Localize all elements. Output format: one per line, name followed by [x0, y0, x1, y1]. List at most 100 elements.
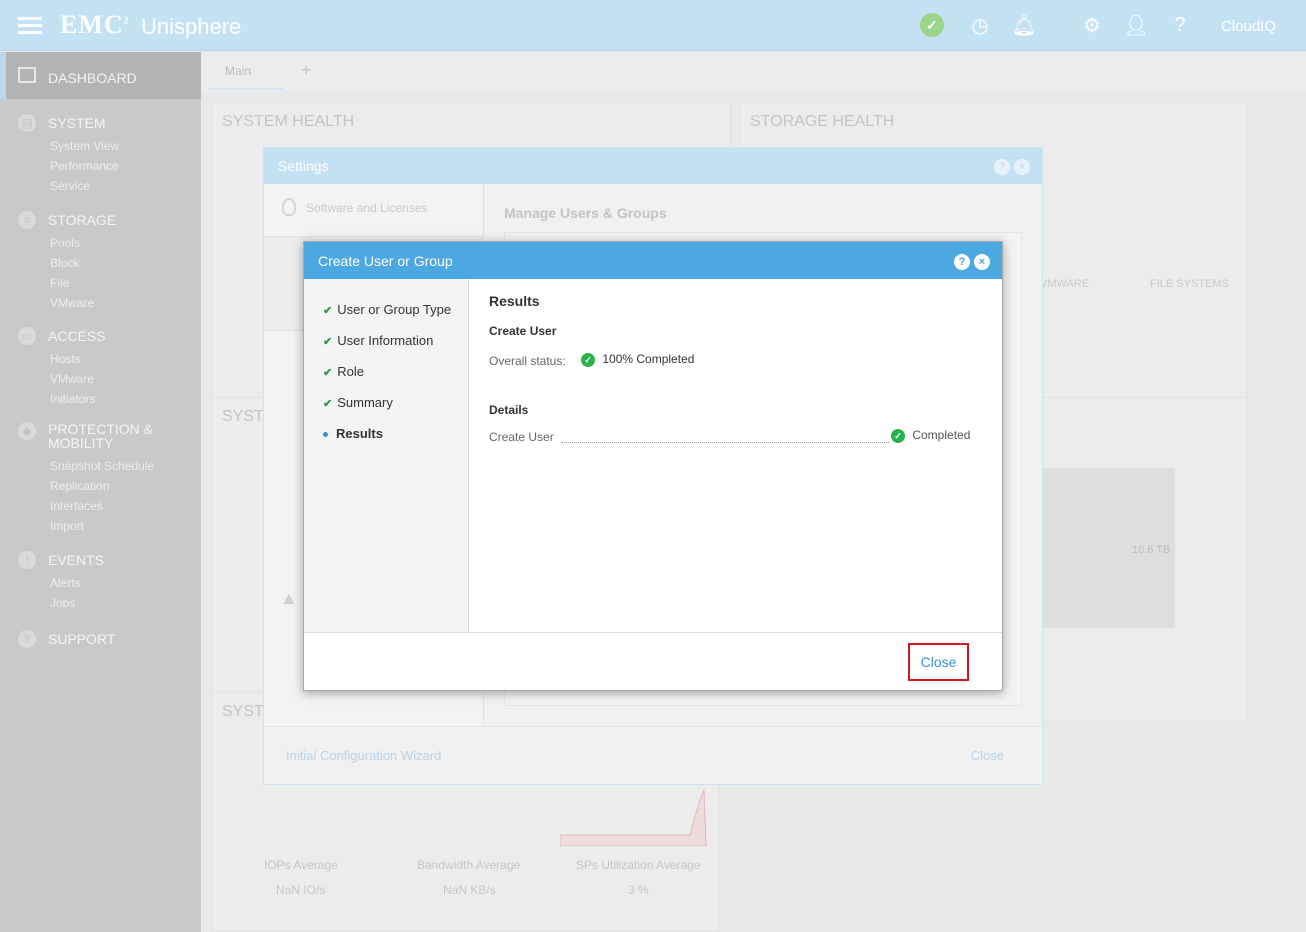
- jobs-icon[interactable]: ◷: [968, 13, 992, 37]
- sidebar-item-vmware-storage[interactable]: VMware: [0, 293, 201, 313]
- help-icon[interactable]: ?: [1168, 13, 1192, 37]
- sidebar-item-label: DASHBOARD: [48, 70, 137, 86]
- create-user-dialog-title: Create User or Group: [318, 253, 453, 269]
- wizard-steps: ✔ User or Group Type ✔ User Information ✔ R…: [304, 279, 469, 632]
- sidebar-section-system: ▤ SYSTEM System View Performance Service: [0, 114, 201, 196]
- brand-logo: EMC2: [60, 10, 130, 39]
- results-content: Results Create User Overall status: ✓ 10…: [470, 279, 1002, 632]
- sidebar-item-replication[interactable]: Replication: [0, 476, 201, 496]
- product-name: Unisphere: [141, 14, 242, 39]
- close-icon[interactable]: ×: [974, 254, 990, 270]
- manage-users-title: Manage Users & Groups: [504, 205, 667, 221]
- sidebar-item-access[interactable]: ▭ ACCESS: [0, 327, 201, 349]
- tab-main[interactable]: Main: [209, 60, 283, 90]
- bandwidth-label: Bandwidth Average: [417, 858, 521, 872]
- sidebar-item-interfaces[interactable]: Interfaces: [0, 496, 201, 516]
- user-icon[interactable]: 👤︎: [1123, 13, 1148, 37]
- detail-row-leader: [561, 433, 889, 443]
- bandwidth-value: NaN KB/s: [443, 883, 496, 897]
- tab-bar: Main +: [201, 52, 1306, 92]
- current-step-bullet-icon: [323, 432, 328, 438]
- sidebar-item-alerts[interactable]: Alerts: [0, 573, 201, 593]
- panel-title: SYSTEM HEALTH: [222, 113, 355, 130]
- create-user-heading: Create User: [489, 324, 557, 338]
- create-user-dialog-header: Create User or Group ? ×: [304, 242, 1002, 279]
- access-icon: ▭: [18, 327, 36, 345]
- sidebar-item-support[interactable]: ? SUPPORT: [0, 630, 201, 652]
- sidebar-item-system-view[interactable]: System View: [0, 136, 201, 156]
- warning-icon: ▲: [280, 588, 298, 608]
- cloudiq-link[interactable]: CloudIQ: [1221, 18, 1276, 35]
- events-icon: !: [18, 551, 36, 569]
- step-results: Results: [323, 426, 383, 441]
- help-icon[interactable]: ?: [994, 159, 1010, 175]
- sidebar: DASHBOARD ▤ SYSTEM System View Performanc…: [0, 52, 201, 932]
- panel-title: SYST: [222, 408, 264, 425]
- sp-utilization-label: SPs Utilization Average: [576, 858, 701, 872]
- sidebar-item-events[interactable]: ! EVENTS: [0, 551, 201, 573]
- dashboard-icon: [18, 67, 36, 83]
- step-summary: ✔ Summary: [323, 395, 393, 410]
- storage-icon: ≡: [18, 211, 36, 229]
- overall-status-value: ✓ 100% Completed: [581, 352, 694, 367]
- detail-row-label: Create User: [489, 430, 556, 444]
- capacity-value: 10.6 TB: [1132, 544, 1171, 556]
- sidebar-item-file[interactable]: File: [0, 273, 201, 293]
- sidebar-item-jobs[interactable]: Jobs: [0, 593, 201, 613]
- iops-value: NaN IO/s: [276, 883, 326, 897]
- system-icon: ▤: [18, 114, 36, 132]
- sidebar-item-protection[interactable]: ◆ PROTECTION & MOBILITY: [0, 422, 201, 456]
- sidebar-item-storage[interactable]: ≡ STORAGE: [0, 211, 201, 233]
- file-systems-label: FILE SYSTEMS: [1150, 278, 1229, 290]
- success-check-icon: ✓: [581, 352, 595, 367]
- sidebar-section-events: ! EVENTS Alerts Jobs: [0, 551, 201, 613]
- success-check-icon: ✓: [891, 428, 905, 443]
- settings-item-software-licenses[interactable]: Software and Licenses: [306, 201, 427, 215]
- sidebar-item-dashboard[interactable]: DASHBOARD: [6, 52, 201, 99]
- step-user-information: ✔ User Information: [323, 333, 434, 348]
- step-user-or-group-type: ✔ User or Group Type: [323, 302, 452, 317]
- sidebar-item-vmware-access[interactable]: VMware: [0, 369, 201, 389]
- details-heading: Details: [489, 403, 529, 417]
- sidebar-section-support: ? SUPPORT: [0, 630, 201, 652]
- detail-row-status: ✓ Completed: [891, 428, 970, 443]
- sidebar-item-block[interactable]: Block: [0, 253, 201, 273]
- iops-label: IOPs Average: [264, 858, 338, 872]
- sidebar-item-initiators[interactable]: Initiators: [0, 389, 201, 409]
- add-tab-button[interactable]: +: [301, 60, 312, 81]
- alerts-bell-icon[interactable]: 🔔︎: [1011, 13, 1036, 37]
- sidebar-item-service[interactable]: Service: [0, 176, 201, 196]
- create-user-dialog-footer: Close: [304, 632, 1002, 690]
- sidebar-item-import[interactable]: Import: [0, 516, 201, 536]
- sidebar-item-pools[interactable]: Pools: [0, 233, 201, 253]
- sidebar-section-protection: ◆ PROTECTION & MOBILITY Snapshot Schedule …: [0, 422, 201, 536]
- settings-gear-icon[interactable]: ⚙: [1080, 13, 1104, 37]
- step-role: ✔ Role: [323, 364, 364, 379]
- sidebar-item-snapshot-schedule[interactable]: Snapshot Schedule: [0, 456, 201, 476]
- sidebar-item-hosts[interactable]: Hosts: [0, 349, 201, 369]
- initial-config-wizard-link[interactable]: Initial Configuration Wizard: [286, 748, 441, 763]
- checkmark-icon: ✔: [323, 336, 333, 348]
- overall-status-label: Overall status:: [489, 354, 566, 368]
- vmware-label: VMWARE: [1040, 278, 1090, 290]
- sidebar-item-performance[interactable]: Performance: [0, 156, 201, 176]
- checkmark-icon: ✔: [323, 398, 333, 410]
- sidebar-item-system[interactable]: ▤ SYSTEM: [0, 114, 201, 136]
- shield-icon: ◆: [18, 422, 36, 440]
- checkmark-icon: ✔: [323, 305, 333, 317]
- help-icon[interactable]: ?: [954, 254, 970, 270]
- health-ok-icon[interactable]: ✓: [920, 13, 944, 37]
- license-icon: [282, 198, 296, 216]
- settings-close-button[interactable]: Close: [971, 748, 1004, 763]
- menu-icon[interactable]: [18, 17, 42, 35]
- results-title: Results: [489, 293, 540, 309]
- settings-dialog-title: Settings: [278, 158, 329, 174]
- panel-title: SYST: [222, 703, 264, 720]
- settings-dialog-footer: Initial Configuration Wizard Close: [264, 726, 1042, 784]
- close-button[interactable]: Close: [908, 643, 969, 681]
- checkmark-icon: ✔: [323, 367, 333, 379]
- sidebar-section-storage: ≡ STORAGE Pools Block File VMware: [0, 211, 201, 313]
- panel-title: STORAGE HEALTH: [750, 113, 895, 130]
- sp-utilization-sparkline: [560, 790, 707, 846]
- close-icon[interactable]: ×: [1014, 159, 1030, 175]
